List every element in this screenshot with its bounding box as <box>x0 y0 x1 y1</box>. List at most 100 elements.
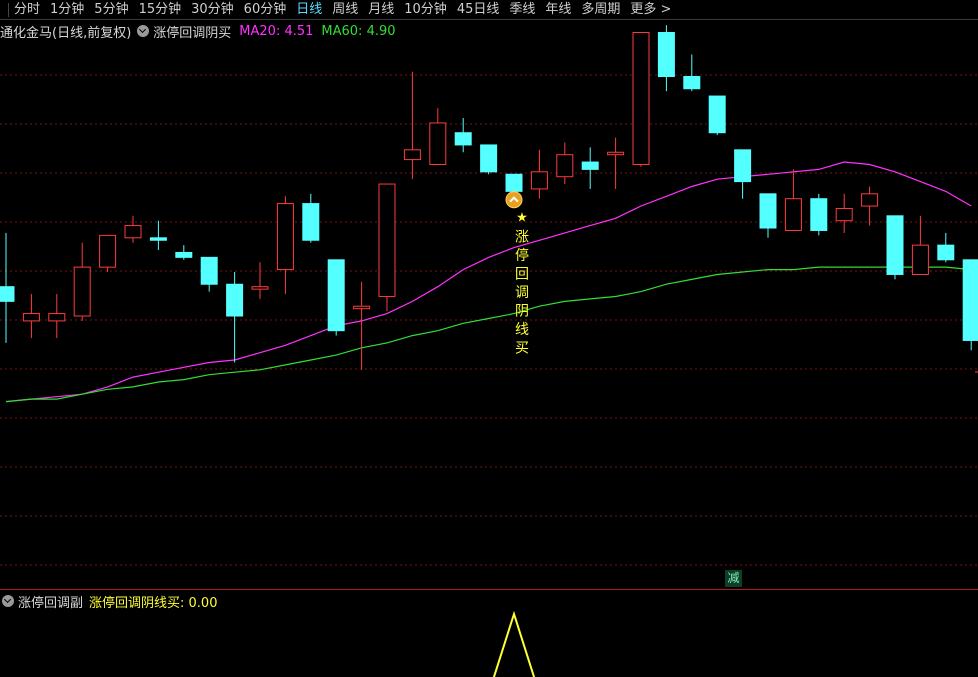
tab-period[interactable]: 日线 <box>291 1 327 19</box>
candle-body <box>22 313 40 322</box>
ma20-legend: MA20: 4.51 <box>239 23 314 39</box>
dropdown-circle-icon[interactable] <box>2 595 14 607</box>
jian-badge[interactable]: 减 <box>725 570 742 587</box>
candle[interactable] <box>734 149 752 199</box>
candle[interactable] <box>784 169 802 231</box>
candle[interactable] <box>149 220 167 251</box>
candle[interactable] <box>251 262 269 299</box>
candle-body <box>505 173 523 192</box>
candle-body <box>276 203 294 271</box>
candle[interactable] <box>403 71 421 180</box>
ma60-legend: MA60: 4.90 <box>321 23 396 39</box>
candle[interactable] <box>302 193 320 243</box>
candle[interactable] <box>0 232 15 343</box>
candle[interactable] <box>556 142 574 185</box>
candle-body <box>962 259 978 341</box>
candle[interactable] <box>353 281 371 370</box>
candle[interactable] <box>861 186 879 226</box>
tab-period[interactable]: 年线 <box>540 1 576 19</box>
candle-body <box>911 244 929 275</box>
tab-period[interactable]: 分时 <box>9 1 45 19</box>
dropdown-circle-icon[interactable] <box>137 25 150 37</box>
candle-body <box>835 207 853 222</box>
chevron-up-icon[interactable] <box>505 191 523 209</box>
signal-text-char: 调 <box>515 285 529 301</box>
candle[interactable] <box>22 294 40 339</box>
main-chart-header: 通化金马(日线,前复权) 涨停回调阴买 MA20: 4.51 MA60: 4.9… <box>0 21 396 41</box>
candle[interactable] <box>276 196 294 295</box>
candle[interactable] <box>937 232 955 263</box>
indicator-name[interactable]: 涨停回调阴买 <box>153 22 231 41</box>
candle[interactable] <box>200 256 218 292</box>
candle-body <box>861 193 879 207</box>
candle[interactable] <box>632 32 650 167</box>
candle-body <box>784 198 802 231</box>
candle[interactable] <box>454 118 472 153</box>
stock-title[interactable]: 通化金马(日线,前复权) <box>0 22 131 41</box>
candle-body <box>99 234 117 268</box>
candle-body <box>302 203 320 241</box>
tab-period[interactable]: 60分钟 <box>239 1 292 19</box>
signal-star: ★ <box>516 211 528 226</box>
candle[interactable] <box>378 183 396 312</box>
candle-body <box>175 251 193 258</box>
tab-period[interactable]: 1分钟 <box>45 1 89 19</box>
tab-period[interactable]: 30分钟 <box>186 1 239 19</box>
candle[interactable] <box>480 144 498 175</box>
candle-body <box>607 151 625 156</box>
candle[interactable] <box>962 259 978 351</box>
candle[interactable] <box>835 193 853 233</box>
ma-lines <box>5 161 972 403</box>
candle[interactable] <box>607 137 625 189</box>
sub-signal-spike <box>492 610 536 677</box>
tab-period[interactable]: 10分钟 <box>399 1 452 19</box>
signal-text-char: 线 <box>515 322 529 338</box>
signal-text-char: 回 <box>515 267 529 283</box>
candle[interactable] <box>175 245 193 260</box>
candle[interactable] <box>124 215 142 243</box>
candle[interactable] <box>226 272 244 363</box>
candle-body <box>429 122 447 165</box>
sub-indicator-name[interactable]: 涨停回调副 <box>18 592 83 611</box>
candle[interactable] <box>429 108 447 165</box>
tab-period[interactable]: 月线 <box>363 1 399 19</box>
signal-text-char: 涨 <box>515 230 529 246</box>
tab-period[interactable]: 多周期 <box>576 1 625 19</box>
candle-body <box>73 266 91 317</box>
candle-body <box>530 171 548 190</box>
candle[interactable] <box>810 193 828 236</box>
tab-period[interactable]: 周线 <box>327 1 363 19</box>
candle-body <box>327 259 345 332</box>
candle[interactable] <box>708 95 726 136</box>
candle-body <box>353 305 371 310</box>
candle-body <box>48 313 66 322</box>
candle[interactable] <box>657 25 675 92</box>
candle[interactable] <box>581 147 599 189</box>
candle-body <box>149 237 167 241</box>
candle[interactable] <box>73 242 91 321</box>
candle[interactable] <box>759 193 777 238</box>
sub-indicator-pane <box>492 610 536 677</box>
candle-body <box>937 244 955 261</box>
tab-period[interactable]: 15分钟 <box>134 1 187 19</box>
candle[interactable] <box>886 215 904 280</box>
candle[interactable] <box>327 259 345 336</box>
candle-body <box>708 95 726 134</box>
candle[interactable] <box>683 54 701 92</box>
candle[interactable] <box>530 149 548 199</box>
tab-period[interactable]: 5分钟 <box>89 1 133 19</box>
ma60-line <box>5 266 972 403</box>
candle-body <box>200 256 218 285</box>
tab-period[interactable]: 季线 <box>504 1 540 19</box>
candle[interactable] <box>99 234 117 273</box>
candle-body <box>378 183 396 297</box>
tab-period[interactable]: 更多 > <box>625 1 676 19</box>
signal-text-char: 阴 <box>515 304 529 320</box>
candle[interactable] <box>48 294 66 339</box>
candle[interactable] <box>911 215 929 275</box>
tab-period[interactable]: 45日线 <box>452 1 505 19</box>
chart-area[interactable]: 5.92★涨停回调阴线买 <box>0 0 978 677</box>
candle-body <box>124 225 142 239</box>
candle-body <box>581 161 599 170</box>
ma20-line <box>5 161 972 403</box>
